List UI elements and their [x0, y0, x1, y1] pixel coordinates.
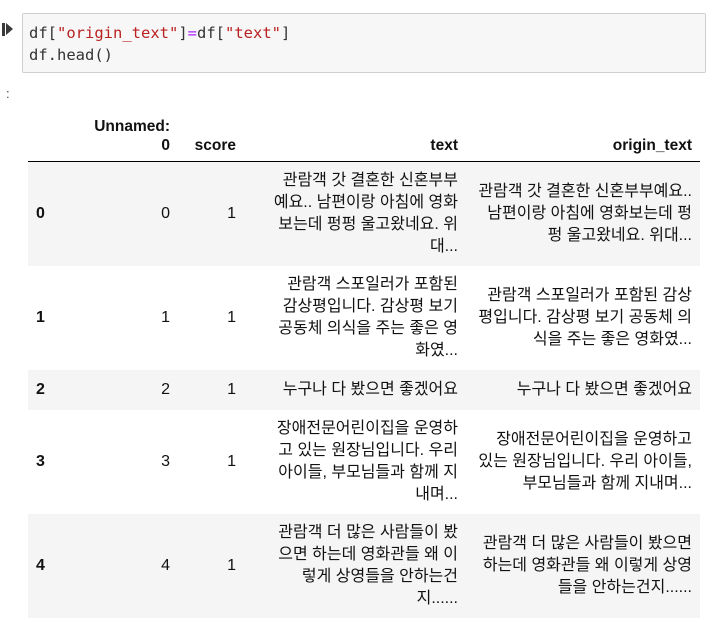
- cell-unnamed: 3: [161, 452, 170, 470]
- output-prompt: :: [6, 86, 10, 101]
- cell-text: 장애전문어린이집을 운영하고 있는 원장님입니다. 우리아이들, 부모님들과 함…: [244, 410, 466, 514]
- dataframe-output: Unnamed: 0 score text origin_text 0 0 1 관람객 …: [28, 96, 700, 618]
- cell-line: 관람객 스포일러가 포함된: [287, 275, 458, 293]
- code-str-origin: "origin_text": [57, 24, 179, 42]
- cell-line: 있는 원장님입니다. 우리 아이들,: [478, 452, 692, 470]
- cell-line: 관람객 갓 결혼한 신혼부부예요..: [478, 182, 692, 200]
- code-str-text: "text": [225, 24, 282, 42]
- cell-line: 장애전문어린이집을 운영하고: [496, 430, 692, 448]
- table-row: 4 4 1 관람객 더 많은 사람들이 봤 으면 하는데 영화관들 왜 이 렇게 상영들을…: [28, 513, 700, 618]
- cell-unnamed: 2: [161, 380, 170, 398]
- cell-origin-text: 관람객 더 많은 사람들이 봤으면하는데 영화관들 왜 이렇게 상영들을 안하는…: [466, 514, 700, 618]
- cell-line: 으면 하는데 영화관들 왜 이: [278, 545, 458, 563]
- cell-line: 누구나 다 봤으면 좋겠어요: [516, 380, 692, 398]
- cell-score: 1: [227, 452, 236, 470]
- cell-line: 식을 주는 좋은 영화였...: [532, 330, 692, 348]
- row-index: 3: [36, 452, 45, 470]
- cell-line: 부모님들과 함께 지내며...: [522, 474, 692, 492]
- header-score: score: [178, 96, 244, 162]
- cell-text: 누구나 다 봤으면 좋겠어요: [244, 370, 466, 410]
- table-row: 1 1 1 관람객 스포일러가 포함된감상평입니다. 감상평 보기공동체 의식을 주는…: [28, 266, 700, 370]
- cell-line: 렇게 상영들을 안하는건: [301, 567, 458, 585]
- code-cell-input[interactable]: df["origin_text"]=df["text"] df.head(): [22, 13, 706, 73]
- cell-origin-text: 관람객 스포일러가 포함된 감상평입니다. 감상평 보기 공동체 의식을 주는 …: [466, 266, 700, 370]
- cell-line: 지......: [416, 589, 458, 607]
- code-bracket-1: ]: [178, 24, 188, 42]
- row-index: 0: [36, 204, 45, 222]
- cell-line: 내며...: [415, 485, 458, 503]
- cell-line: 공동체 의식을 주는 좋은 영: [278, 319, 458, 337]
- cell-line: 관람객 스포일러가 포함된 감상: [487, 286, 692, 304]
- cell-line: 하는데 영화관들 왜 이렇게 상영: [482, 556, 692, 574]
- run-cell-icon[interactable]: [2, 22, 14, 36]
- cell-line: 보는데 펑펑 울고왔네요. 위: [278, 215, 458, 233]
- header-text: text: [244, 96, 466, 162]
- cell-line: 남편이랑 아침에 영화보는데 펑: [487, 204, 692, 222]
- table-row: 3 3 1 장애전문어린이집을 운영하고 있는 원장님입니다. 우리아이들, 부모님들…: [28, 410, 700, 514]
- row-index: 2: [36, 380, 45, 398]
- cell-origin-text: 관람객 갓 결혼한 신혼부부예요.. 남편이랑 아침에 영화보는데 펑펑 울고왔네…: [466, 162, 700, 266]
- cell-line: 누구나 다 봤으면 좋겠어요: [282, 380, 458, 398]
- table-row: 0 0 1 관람객 갓 결혼한 신혼부부 예요.. 남편이랑 아침에 영화 보는데 펑펑 …: [28, 161, 700, 266]
- cell-text: 관람객 갓 결혼한 신혼부부예요.. 남편이랑 아침에 영화보는데 펑펑 울고왔…: [244, 162, 466, 266]
- code-line-2: df.head(): [29, 46, 113, 64]
- cell-unnamed: 0: [161, 204, 170, 222]
- cell-line: 감상평입니다. 감상평 보기: [282, 297, 458, 315]
- cell-line: 관람객 더 많은 사람들이 봤으면: [482, 534, 692, 552]
- cell-line: 고 있는 원장님입니다. 우리: [278, 441, 458, 459]
- cell-score: 1: [227, 556, 236, 574]
- cell-score: 1: [227, 204, 236, 222]
- cell-line: 아이들, 부모님들과 함께 지: [278, 463, 458, 481]
- cell-score: 1: [227, 308, 236, 326]
- code-df-1: df[: [29, 24, 57, 42]
- cell-line: 장애전문어린이집을 운영하: [276, 419, 458, 437]
- cell-line: 들을 안하는건지......: [557, 578, 692, 596]
- header-origin-text: origin_text: [466, 96, 700, 162]
- cell-line: 펑 울고왔네요. 위대...: [547, 226, 692, 244]
- header-unnamed: Unnamed: 0: [66, 96, 178, 162]
- cell-line: 대...: [429, 237, 458, 255]
- row-index: 1: [36, 308, 45, 326]
- code-df-2: df[: [197, 24, 226, 42]
- cell-score: 1: [227, 380, 236, 398]
- table-row: 2 2 1 누구나 다 봤으면 좋겠어요 누구나 다 봤으면 좋겠어요: [28, 369, 700, 410]
- cell-unnamed: 1: [161, 308, 170, 326]
- cell-line: 예요.. 남편이랑 아침에 영화: [273, 193, 458, 211]
- cell-line: 화였...: [415, 341, 458, 359]
- cell-unnamed: 4: [161, 556, 170, 574]
- cell-line: 평입니다. 감상평 보기 공동체 의: [478, 308, 692, 326]
- header-row: Unnamed: 0 score text origin_text: [28, 96, 700, 162]
- code-assign: =: [187, 24, 198, 42]
- cell-text: 관람객 더 많은 사람들이 봤으면 하는데 영화관들 왜 이렇게 상영들을 안하…: [244, 514, 466, 618]
- code-bracket-2: ]: [281, 24, 291, 42]
- cell-line: 관람객 갓 결혼한 신혼부부: [282, 171, 458, 189]
- cell-text: 관람객 스포일러가 포함된감상평입니다. 감상평 보기공동체 의식을 주는 좋은…: [244, 266, 466, 370]
- cell-origin-text: 장애전문어린이집을 운영하고있는 원장님입니다. 우리 아이들, 부모님들과 함께…: [466, 410, 700, 514]
- index-header: [28, 96, 66, 162]
- cell-origin-text: 누구나 다 봤으면 좋겠어요: [466, 370, 700, 410]
- row-index: 4: [36, 556, 45, 574]
- cell-line: 관람객 더 많은 사람들이 봤: [278, 523, 458, 541]
